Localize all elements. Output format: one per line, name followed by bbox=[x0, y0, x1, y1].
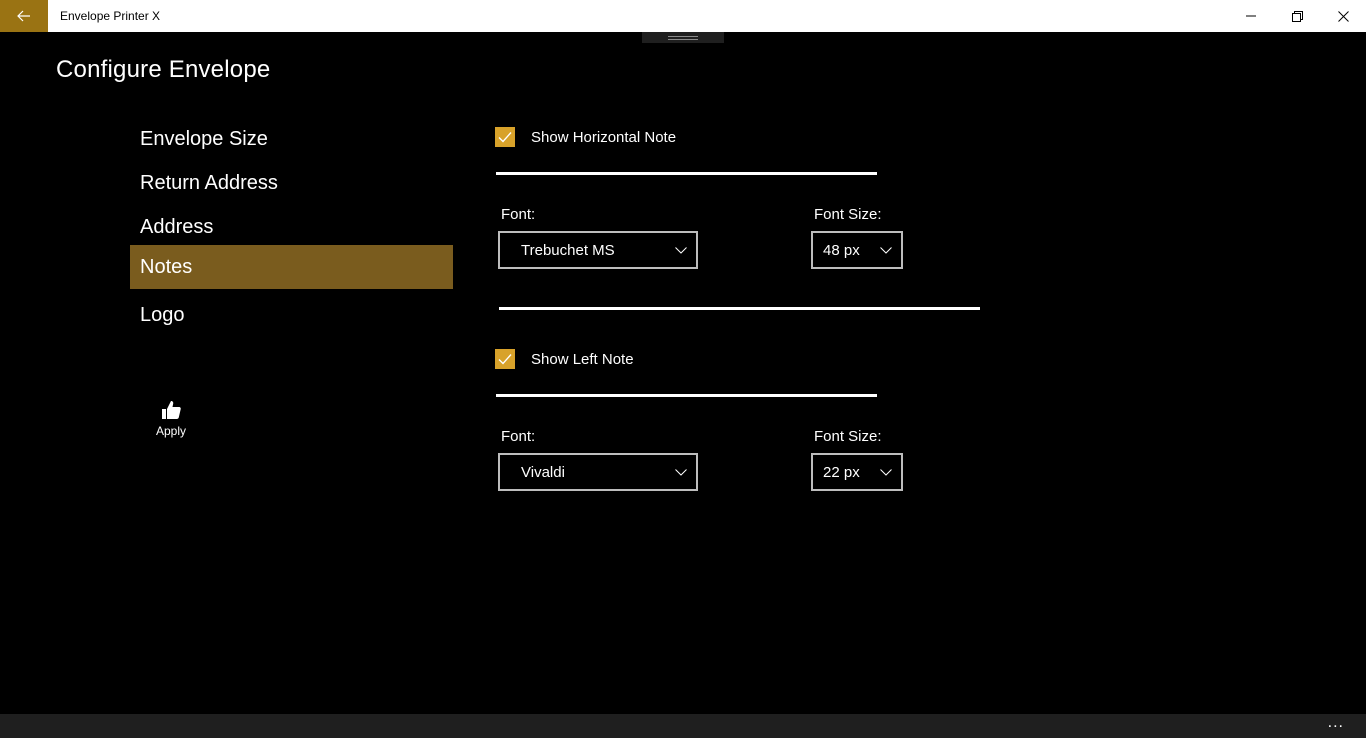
show-left-note-row[interactable]: Show Left Note bbox=[495, 348, 634, 370]
restore-button[interactable] bbox=[1274, 0, 1320, 32]
page-title: Configure Envelope bbox=[56, 56, 271, 83]
left-size-label: Font Size: bbox=[814, 428, 882, 445]
chevron-down-icon bbox=[675, 246, 687, 254]
minimize-button[interactable] bbox=[1228, 0, 1274, 32]
divider bbox=[496, 394, 877, 397]
show-left-note-checkbox[interactable] bbox=[495, 349, 515, 369]
show-horizontal-note-row[interactable]: Show Horizontal Note bbox=[495, 126, 676, 148]
drag-handle[interactable] bbox=[642, 32, 724, 43]
arrow-left-icon bbox=[17, 10, 30, 22]
nav-item-address[interactable]: Address bbox=[130, 205, 453, 249]
close-button[interactable] bbox=[1320, 0, 1366, 32]
nav-item-logo[interactable]: Logo bbox=[130, 293, 453, 337]
chevron-down-icon bbox=[675, 468, 687, 476]
title-bar: Envelope Printer X bbox=[0, 0, 1366, 32]
apply-label: Apply bbox=[155, 424, 187, 438]
left-font-select[interactable]: Vivaldi bbox=[498, 453, 698, 491]
nav-item-notes[interactable]: Notes bbox=[130, 245, 453, 289]
horizontal-size-label: Font Size: bbox=[814, 206, 882, 223]
thumbs-up-icon bbox=[162, 401, 181, 419]
left-font-label: Font: bbox=[501, 428, 536, 445]
left-size-select[interactable]: 22 px bbox=[811, 453, 903, 491]
left-size-value: 22 px bbox=[823, 463, 860, 481]
left-font-value: Vivaldi bbox=[521, 463, 565, 481]
show-horizontal-note-checkbox[interactable] bbox=[495, 127, 515, 147]
nav-item-envelope-size[interactable]: Envelope Size bbox=[130, 117, 453, 161]
show-horizontal-note-label: Show Horizontal Note bbox=[531, 128, 677, 146]
section-divider bbox=[499, 307, 980, 310]
horizontal-font-value: Trebuchet MS bbox=[521, 241, 615, 259]
back-button[interactable] bbox=[0, 0, 48, 32]
close-icon bbox=[1337, 10, 1349, 22]
horizontal-font-label: Font: bbox=[501, 206, 536, 223]
horizontal-size-value: 48 px bbox=[823, 241, 860, 259]
chevron-down-icon bbox=[880, 246, 892, 254]
app-title: Envelope Printer X bbox=[60, 9, 161, 23]
chevron-down-icon bbox=[880, 468, 892, 476]
nav-item-return-address[interactable]: Return Address bbox=[130, 161, 453, 205]
checkmark-icon bbox=[498, 132, 512, 143]
bottom-app-bar: ... bbox=[0, 714, 1366, 738]
restore-icon bbox=[1291, 10, 1303, 22]
horizontal-size-select[interactable]: 48 px bbox=[811, 231, 903, 269]
divider bbox=[496, 172, 877, 175]
show-left-note-label: Show Left Note bbox=[531, 350, 634, 368]
checkmark-icon bbox=[498, 354, 512, 365]
more-options-button[interactable]: ... bbox=[1328, 714, 1344, 738]
apply-button[interactable]: Apply bbox=[146, 400, 196, 448]
minimize-icon bbox=[1246, 15, 1256, 17]
horizontal-font-select[interactable]: Trebuchet MS bbox=[498, 231, 698, 269]
